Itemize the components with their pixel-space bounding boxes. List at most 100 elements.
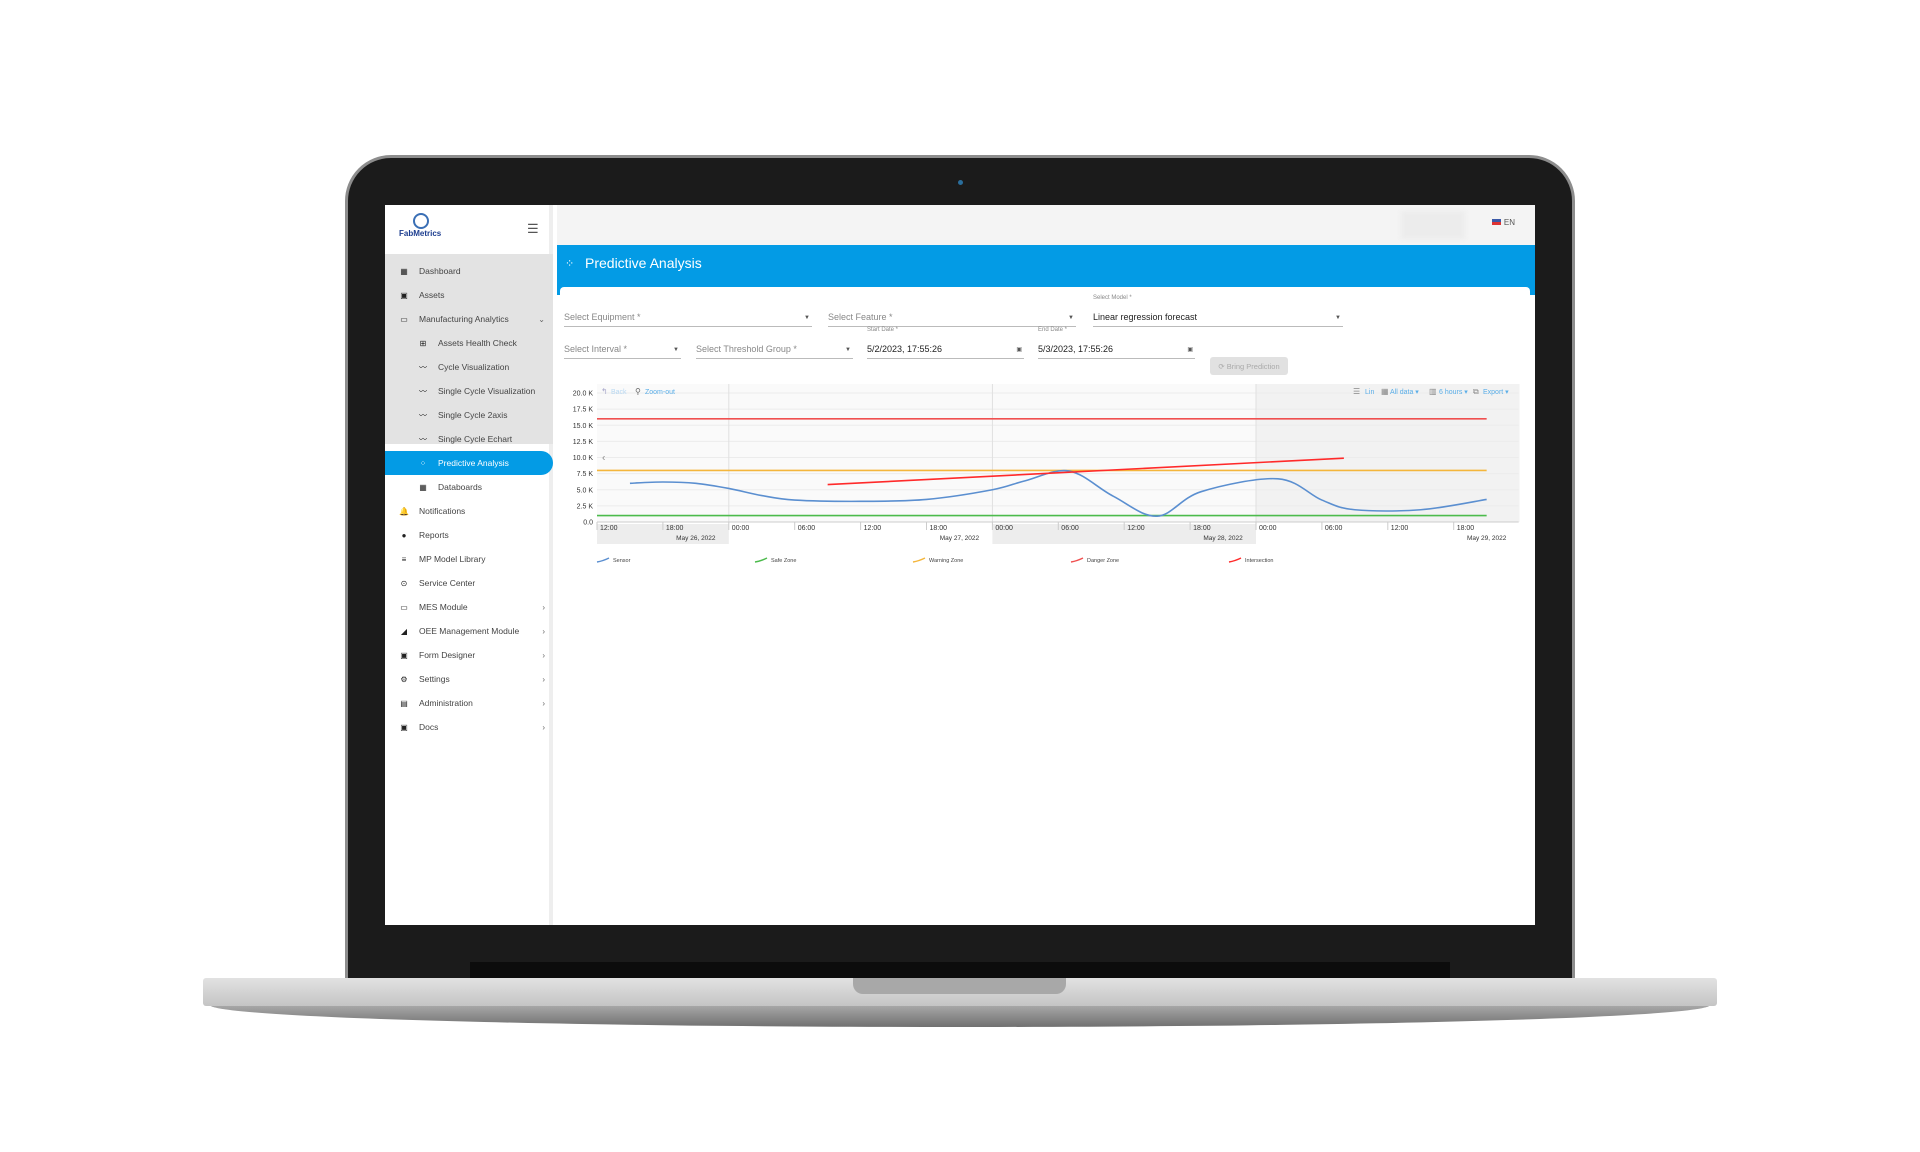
chevron-icon: › [542,626,545,636]
sidebar-item-predictive-analysis[interactable]: ⁘ Predictive Analysis [385,451,553,475]
prediction-chart[interactable]: 0.0 2.5 K 5.0 K 7.5 K 10.0 K 12.5 K 15.0 K 17.5… [565,380,1530,572]
x-tick-label: 00:00 [1259,525,1277,532]
sidebar-item-label: MES Module [419,602,468,612]
export-dropdown[interactable]: Export ▾ [1483,389,1509,396]
dropdown-arrow-icon: ▼ [1335,315,1341,321]
user-profile[interactable] [1401,211,1465,239]
language-label: EN [1503,218,1515,227]
hamburger-menu-icon[interactable]: ☰ [527,221,539,237]
sidebar-item-assets-health-check[interactable]: ⊞ Assets Health Check [385,331,553,355]
sidebar-item-oee-management-module[interactable]: ◢ OEE Management Module › [385,619,553,643]
sidebar-item-manufacturing-analytics[interactable]: ▭ Manufacturing Analytics ⌄ [385,307,553,331]
logo-bulb-icon [413,213,429,229]
sidebar-item-administration[interactable]: ▤ Administration › [385,691,553,715]
list-icon: ≡ [401,554,407,564]
sidebar-item-databoards[interactable]: ▦ Databoards [385,475,553,499]
sidebar-item-label: Form Designer [419,650,476,660]
x-tick-label: 18:00 [1193,525,1211,532]
interval-dropdown[interactable]: 6 hours ▾ [1439,389,1468,396]
sidebar-item-label: OEE Management Module [419,626,520,636]
calendar-icon[interactable]: ▣ [1187,346,1193,353]
equipment-select[interactable]: Select Equipment * ▼ [564,307,812,327]
brand-name: FabMetrics [399,229,442,238]
laptop-base-bottom [210,1005,1710,1027]
sidebar-item-cycle-visualization[interactable]: 〰 Cycle Visualization [385,355,553,379]
docs-icon: ▣ [400,722,408,732]
sidebar-item-single-cycle-2axis[interactable]: 〰 Single Cycle 2axis [385,403,553,427]
feature-select[interactable]: Select Feature * ▼ [828,307,1076,327]
x-tick-label: 12:00 [600,525,618,532]
sidebar-item-label: Cycle Visualization [438,362,510,372]
sidebar-item-label: Docs [419,722,439,732]
service-icon: ⊙ [400,578,408,588]
dropdown-arrow-icon: ▼ [804,315,810,321]
top-bar: EN [557,205,1535,245]
y-tick-label: 10.0 K [573,455,594,462]
sidebar-item-reports[interactable]: ● Reports [385,523,553,547]
admin-icon: ▤ [400,698,408,708]
threshold-select[interactable]: Select Threshold Group * ▼ [696,339,853,359]
sidebar-item-mp-model-library[interactable]: ≡ MP Model Library [385,547,553,571]
interval-select[interactable]: Select Interval * ▼ [564,339,681,359]
back-button[interactable]: Back [611,389,627,396]
sidebar-item-mes-module[interactable]: ▭ MES Module › [385,595,553,619]
language-selector[interactable]: EN [1491,218,1515,227]
calendar-icon[interactable]: ▣ [1016,346,1022,353]
model-select[interactable]: Select Model * Linear regression forecast… [1093,295,1343,327]
legend-swatch [912,557,926,563]
calendar-icon: ▦ [1381,387,1389,396]
x-tick-label: 12:00 [1127,525,1145,532]
all-data-dropdown[interactable]: All data ▾ [1390,389,1419,396]
x-tick-label: 18:00 [666,525,684,532]
sidebar-item-form-designer[interactable]: ▣ Form Designer › [385,643,553,667]
line-chart-icon: 〰 [419,386,427,396]
y-tick-label: 2.5 K [577,503,594,510]
mes-icon: ▭ [400,602,408,612]
y-tick-label: 7.5 K [577,471,594,478]
sidebar-item-notifications[interactable]: 🔔 Notifications [385,499,553,523]
line-chart-icon: 〰 [419,434,427,444]
sidebar-item-single-cycle-visualization[interactable]: 〰 Single Cycle Visualization [385,379,553,403]
sidebar-item-label: Reports [419,530,449,540]
legend-swatch [596,557,610,563]
chevron-icon: › [542,722,545,732]
predictive-icon: ⁘ [565,258,575,270]
laptop-notch [853,978,1066,994]
sidebar-item-dashboard[interactable]: ▦ Dashboard [385,259,553,283]
y-tick-label: 15.0 K [573,423,594,430]
date-label: May 29, 2022 [1467,535,1507,542]
assets-icon: ▣ [400,290,408,300]
sidebar-item-label: Assets [419,290,445,300]
y-tick-label: 17.5 K [573,407,594,414]
chevron-icon: › [542,650,545,660]
us-flag-icon [1491,219,1501,225]
sidebar-item-label: MP Model Library [419,554,486,564]
sidebar-item-settings[interactable]: ⚙ Settings › [385,667,553,691]
bring-prediction-button[interactable]: ⟳ Bring Prediction [1210,357,1288,375]
end-date-field[interactable]: End Date * 5/3/2023, 17:55:26 ▣ [1038,327,1195,359]
chevron-icon: › [542,602,545,612]
start-date-label: Start Date * [867,327,899,333]
sidebar-item-label: Single Cycle Visualization [438,386,536,396]
y-tick-label: 20.0 K [573,391,594,398]
x-tick-label: 00:00 [732,525,750,532]
x-tick-label: 06:00 [1325,525,1343,532]
linear-scale-button[interactable]: Lin [1365,389,1374,396]
dropdown-arrow-icon: ▼ [845,347,851,353]
sidebar-item-service-center[interactable]: ⊙ Service Center [385,571,553,595]
back-icon: ↰ [601,387,608,396]
sidebar-item-label: Settings [419,674,450,684]
equipment-placeholder: Select Equipment * [564,312,641,322]
health-check-icon: ⊞ [419,338,427,348]
x-tick-label: 06:00 [798,525,816,532]
sidebar-item-label: Single Cycle 2axis [438,410,508,420]
predictive-icon: ⁘ [419,458,427,468]
sidebar-item-docs[interactable]: ▣ Docs › [385,715,553,739]
sidebar-item-assets[interactable]: ▣ Assets [385,283,553,307]
zoom-out-button[interactable]: Zoom-out [645,389,675,396]
page-title: Predictive Analysis [585,255,702,271]
dropdown-arrow-icon: ▼ [673,347,679,353]
start-date-field[interactable]: Start Date * 5/2/2023, 17:55:26 ▣ [867,327,1024,359]
sidebar-item-single-cycle-echart[interactable]: 〰 Single Cycle Echart [385,427,553,451]
reports-icon: ● [401,530,407,540]
